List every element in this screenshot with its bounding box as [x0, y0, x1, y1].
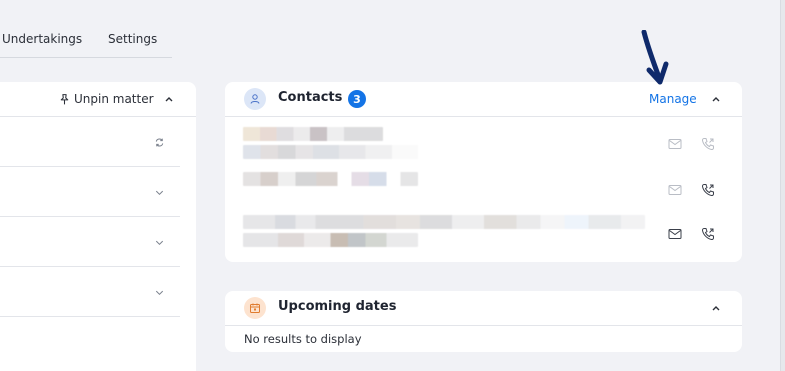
unpin-matter-label: Unpin matter: [74, 92, 154, 106]
tab-bar: Undertakings Settings: [0, 28, 172, 58]
redacted-contact-name: [243, 172, 418, 186]
redacted-contact-name: [243, 215, 645, 229]
contacts-title: Contacts: [278, 90, 343, 105]
unpin-matter-button[interactable]: Unpin matter: [58, 92, 154, 106]
matter-side-panel: Unpin matter: [0, 82, 196, 371]
upcoming-dates-title: Upcoming dates: [278, 299, 397, 314]
redacted-contact-detail: [243, 145, 418, 159]
contact-row[interactable]: [243, 125, 733, 167]
user-icon: [244, 88, 266, 110]
calendar-icon: [244, 297, 266, 319]
chevron-down-icon[interactable]: [154, 237, 165, 248]
matter-panel-header: Unpin matter: [0, 82, 196, 117]
chevron-up-icon[interactable]: [710, 302, 722, 314]
list-item[interactable]: [0, 217, 180, 267]
chevron-up-icon[interactable]: [163, 93, 175, 105]
empty-state-text: No results to display: [244, 332, 362, 346]
chevron-up-icon[interactable]: [710, 93, 722, 105]
upcoming-dates-header: Upcoming dates: [225, 291, 742, 326]
phone-icon[interactable]: [701, 183, 715, 197]
mail-icon[interactable]: [668, 184, 682, 196]
mail-icon[interactable]: [668, 228, 682, 240]
pin-icon: [60, 93, 69, 104]
list-item[interactable]: [0, 117, 180, 167]
refresh-icon[interactable]: [154, 137, 165, 148]
chevron-down-icon[interactable]: [154, 187, 165, 198]
scrollbar[interactable]: [780, 0, 785, 371]
contact-row[interactable]: [243, 213, 733, 255]
annotation-arrow-icon: [641, 30, 669, 85]
mail-icon[interactable]: [668, 138, 682, 150]
tab-settings[interactable]: Settings: [108, 32, 157, 46]
contacts-card: Contacts 3 Manage: [225, 82, 742, 262]
redacted-contact-detail: [243, 233, 418, 247]
upcoming-dates-card: Upcoming dates No results to display: [225, 291, 742, 352]
contact-row[interactable]: [243, 170, 733, 212]
tab-undertakings[interactable]: Undertakings: [2, 32, 82, 46]
chevron-down-icon[interactable]: [154, 287, 165, 298]
phone-icon[interactable]: [701, 137, 715, 151]
manage-contacts-link[interactable]: Manage: [649, 92, 697, 106]
contacts-count-badge: 3: [348, 90, 366, 108]
list-item[interactable]: [0, 167, 180, 217]
redacted-contact-name: [243, 127, 383, 141]
list-item[interactable]: [0, 267, 180, 317]
phone-icon[interactable]: [701, 227, 715, 241]
